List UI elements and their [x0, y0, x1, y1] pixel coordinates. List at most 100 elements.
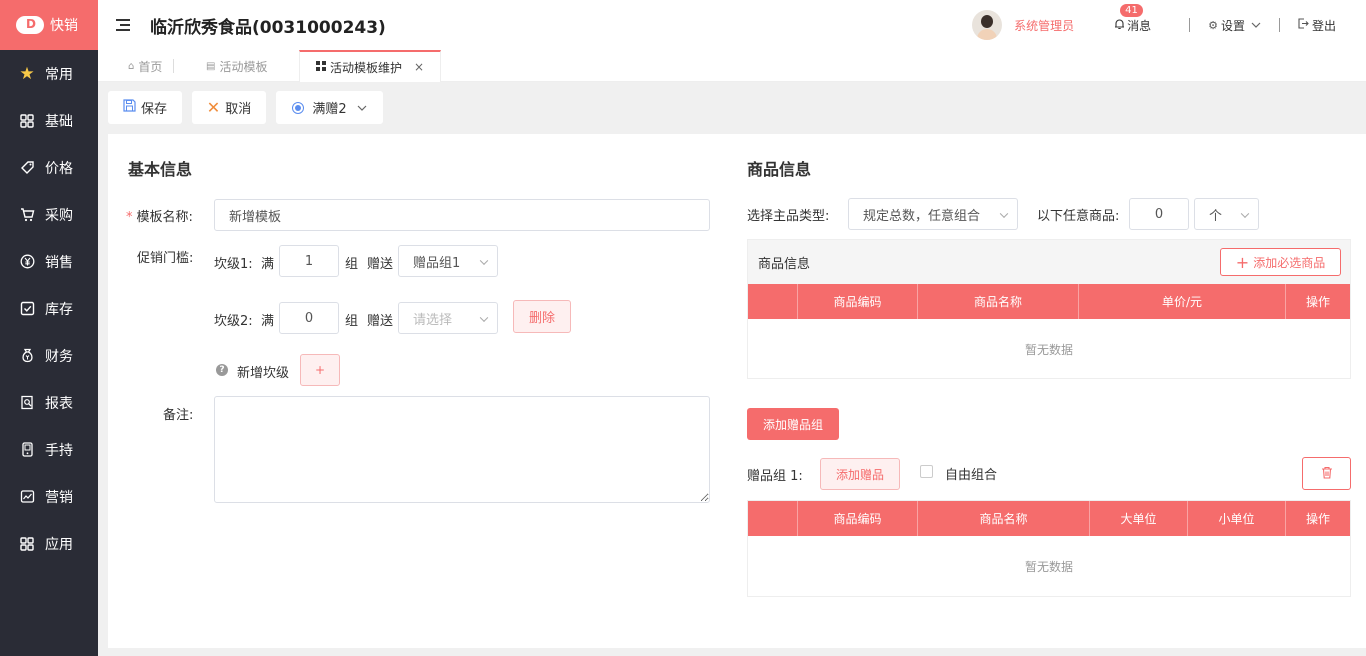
tab-activity-template[interactable]: ▤ 活动模板 — [206, 50, 267, 82]
column-header: 商品名称 — [918, 284, 1079, 319]
tier2-quantity-input[interactable]: 0 — [279, 302, 339, 334]
delete-gift-group-button[interactable] — [1302, 457, 1351, 490]
settings-menu[interactable]: ⚙ 设置 — [1208, 17, 1261, 34]
content-panel: 基本信息 * 模板名称: 新增模板 促销门槛: 坎级1: 满 1 组 赠送 赠品组… — [108, 134, 1366, 648]
apps-icon — [18, 535, 36, 553]
table-header: 商品编码 商品名称 单价/元 操作 — [748, 284, 1350, 319]
delete-tier-button[interactable]: 删除 — [513, 300, 571, 333]
grid-icon — [18, 112, 36, 130]
tier1-gift-select[interactable]: 赠品组1 — [398, 245, 498, 277]
settings-label: 设置 — [1220, 18, 1245, 33]
sidebar-item-label: 手持 — [45, 442, 73, 459]
template-icon: ▤ — [206, 60, 216, 72]
promotion-type-value: 满赠2 — [312, 102, 347, 117]
sidebar-item-label: 采购 — [45, 207, 73, 224]
moneybag-icon — [18, 347, 36, 365]
save-icon — [123, 99, 136, 116]
add-gift-group-button[interactable]: 添加赠品组 — [747, 408, 839, 440]
basic-info-title: 基本信息 — [128, 160, 193, 179]
bell-icon — [1114, 18, 1125, 33]
gift-goods-table: 商品编码 商品名称 大单位 小单位 操作 暂无数据 — [747, 500, 1351, 597]
table-header: 商品编码 商品名称 大单位 小单位 操作 — [748, 501, 1350, 536]
handheld-icon — [18, 441, 36, 459]
chevron-down-icon — [357, 101, 367, 114]
any-goods-label: 以下任意商品: — [1037, 209, 1120, 224]
sidebar-item-apps[interactable]: 应用 — [0, 520, 98, 567]
column-header — [748, 501, 798, 536]
menu-toggle-icon[interactable] — [116, 19, 130, 31]
any-goods-quantity-input[interactable]: 0 — [1129, 198, 1189, 230]
tab-label: 首页 — [138, 59, 163, 74]
main-type-select[interactable]: 规定总数，任意组合 — [848, 198, 1018, 230]
chevron-down-icon — [999, 209, 1009, 218]
sidebar-item-common[interactable]: ★ 常用 — [0, 50, 98, 97]
chevron-down-icon — [479, 256, 489, 265]
cloud-logo-icon — [16, 16, 44, 34]
column-header: 商品编码 — [798, 284, 918, 319]
sidebar-item-price[interactable]: 价格 — [0, 144, 98, 191]
table-caption-text: 商品信息 — [758, 256, 811, 272]
sidebar-item-basic[interactable]: 基础 — [0, 97, 98, 144]
app-name: 快销 — [50, 18, 78, 34]
tab-home[interactable]: ⌂ 首页 — [128, 50, 175, 82]
star-icon: ★ — [19, 63, 35, 84]
sidebar-item-marketing[interactable]: 营销 — [0, 473, 98, 520]
messages-label: 消息 — [1127, 18, 1152, 33]
sidebar-item-sales[interactable]: 销售 — [0, 238, 98, 285]
sidebar: 快销 ★ 常用 基础 价格 采购 销售 库存 财 — [0, 0, 98, 656]
sidebar-item-label: 价格 — [45, 160, 73, 177]
add-required-goods-button[interactable]: + 添加必选商品 — [1220, 248, 1341, 276]
add-required-goods-label: 添加必选商品 — [1253, 255, 1326, 270]
save-button[interactable]: 保存 — [108, 91, 182, 124]
column-header: 单价/元 — [1079, 284, 1286, 319]
required-goods-table: 商品信息 + 添加必选商品 商品编码 商品名称 单价/元 操作 暂无数据 — [747, 239, 1351, 379]
required-mark: * — [126, 210, 133, 225]
marketing-icon — [18, 488, 36, 506]
messages-link[interactable]: 41 消息 — [1114, 3, 1152, 34]
sidebar-item-reports[interactable]: 报表 — [0, 379, 98, 426]
app-logo[interactable]: 快销 — [0, 0, 98, 50]
sidebar-item-label: 库存 — [45, 301, 73, 318]
sidebar-item-label: 财务 — [45, 348, 73, 365]
sidebar-item-label: 报表 — [45, 395, 73, 412]
page-title: 临沂欣秀食品(0031000243) — [150, 17, 386, 38]
remark-textarea[interactable] — [214, 396, 710, 503]
unit-select[interactable]: 个 — [1194, 198, 1259, 230]
template-name-input[interactable]: 新增模板 — [214, 199, 710, 231]
grid-icon — [316, 60, 326, 74]
message-count-badge: 41 — [1120, 3, 1143, 17]
cart-icon — [18, 206, 36, 224]
full-label: 满 — [261, 257, 275, 272]
empty-state: 暂无数据 — [1024, 559, 1073, 574]
tab-label: 活动模板 — [219, 59, 268, 74]
add-tier-label: 新增坎级 — [237, 366, 290, 381]
tab-activity-template-maintain[interactable]: 活动模板维护 × — [299, 50, 442, 82]
tier2-gift-select[interactable]: 请选择 — [398, 302, 498, 334]
cancel-button[interactable]: ✕ 取消 — [192, 91, 266, 124]
sidebar-item-finance[interactable]: 财务 — [0, 332, 98, 379]
sidebar-item-handheld[interactable]: 手持 — [0, 426, 98, 473]
free-combo-checkbox[interactable] — [920, 465, 933, 478]
sidebar-item-inventory[interactable]: 库存 — [0, 285, 98, 332]
template-name-label: * 模板名称: — [126, 206, 193, 225]
column-header: 大单位 — [1090, 501, 1188, 536]
username[interactable]: 系统管理员 — [1014, 17, 1074, 34]
toolbar: 保存 ✕ 取消 满赠2 — [98, 82, 1366, 134]
column-header: 小单位 — [1188, 501, 1286, 536]
add-tier-button[interactable]: + — [300, 354, 340, 386]
group-label: 组 — [345, 314, 359, 329]
tier1-quantity-input[interactable]: 1 — [279, 245, 339, 277]
full-label: 满 — [261, 314, 275, 329]
tier1-gift-value: 赠品组1 — [413, 255, 461, 271]
chevron-down-icon — [1240, 209, 1250, 218]
gift-label: 赠送 — [367, 314, 394, 329]
help-icon[interactable]: ? — [216, 364, 228, 376]
tier2-gift-placeholder: 请选择 — [413, 312, 453, 328]
promotion-type-select[interactable]: 满赠2 — [276, 91, 383, 124]
close-icon[interactable]: × — [414, 60, 424, 74]
column-header — [748, 284, 798, 319]
logout-link[interactable]: 登出 — [1298, 17, 1336, 34]
sidebar-item-purchase[interactable]: 采购 — [0, 191, 98, 238]
avatar[interactable] — [972, 10, 1003, 40]
add-gift-button[interactable]: 添加赠品 — [820, 458, 900, 490]
